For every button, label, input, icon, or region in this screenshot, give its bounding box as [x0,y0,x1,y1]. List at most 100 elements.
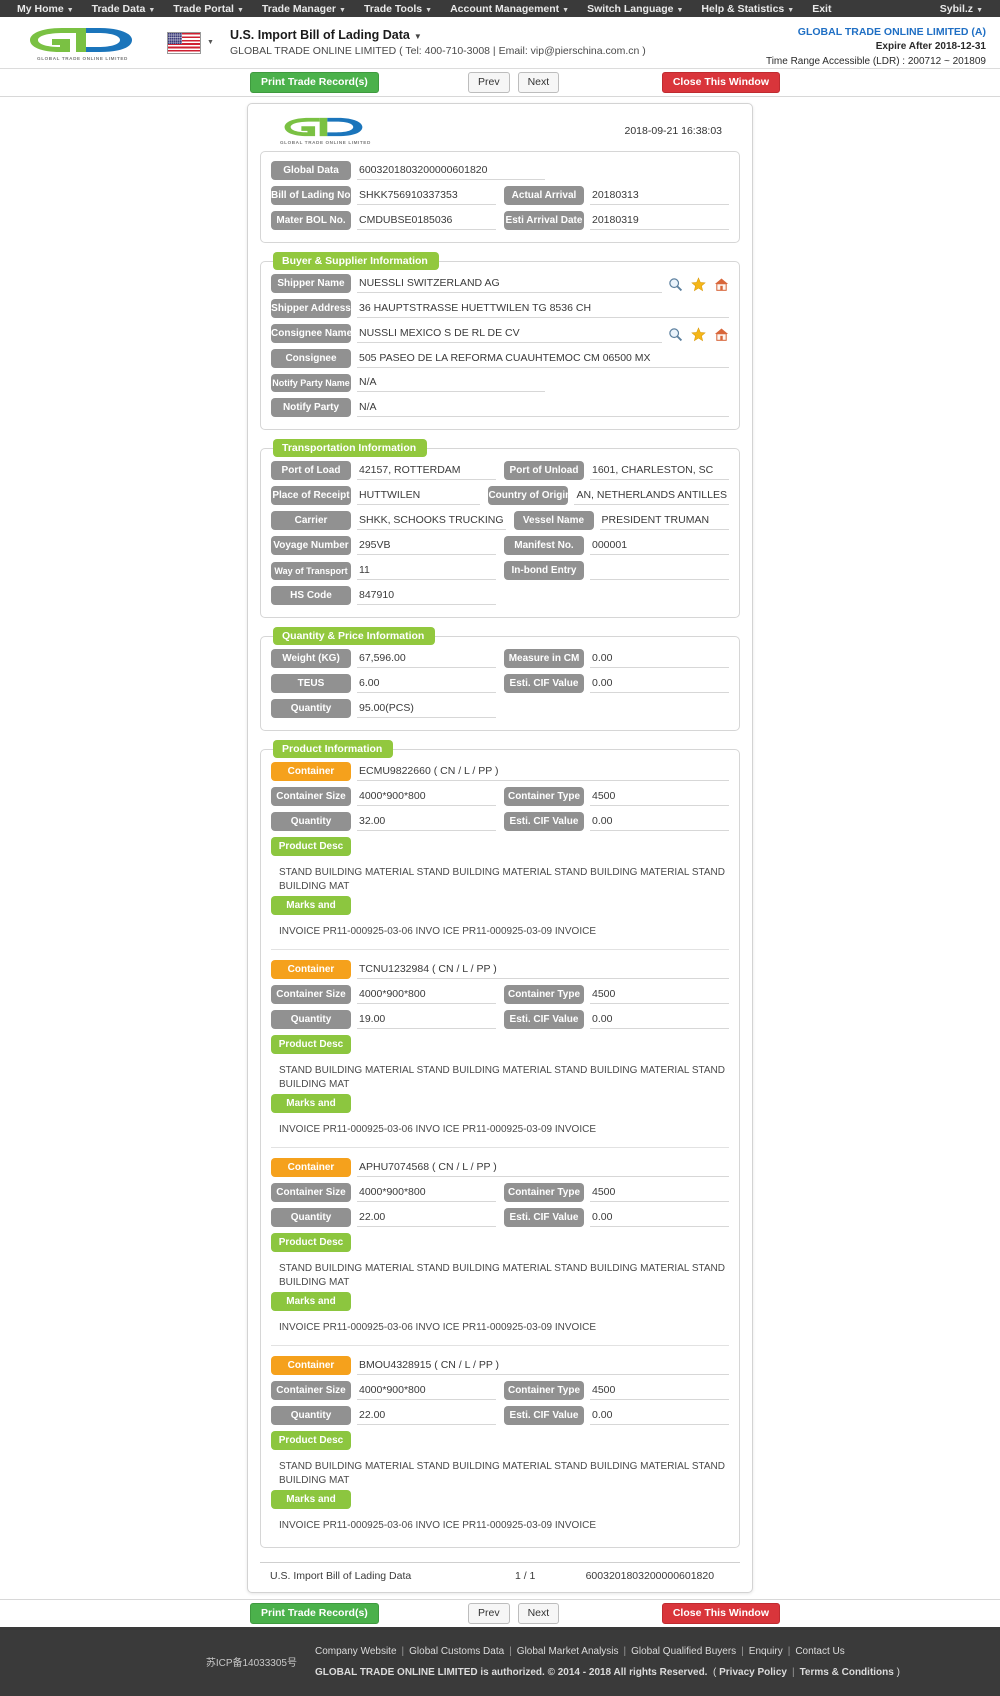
nav-item-trade-manager[interactable]: Trade Manager ▼ [253,3,355,15]
weight-measure-row: Weight (KG) 67,596.00 Measure in CM 0.00 [271,649,729,668]
container-size-field: Container Size 4000*900*800 [271,1183,496,1202]
container-quantity-value: 32.00 [357,815,496,831]
prev-record-button[interactable]: Prev [468,71,510,94]
nav-item-my-home[interactable]: My Home ▼ [8,3,83,15]
product-desc-text: STAND BUILDING MATERIAL STAND BUILDING M… [279,1263,725,1288]
nav-item-account-management[interactable]: Account Management ▼ [441,3,578,15]
logo-subtitle: GLOBAL TRADE ONLINE LIMITED [37,55,128,61]
footer-link-contact-us[interactable]: Contact Us [795,1646,844,1657]
footer-link-terms-conditions[interactable]: Terms & Conditions [800,1667,894,1678]
container-type-field: Container Type 4500 [504,985,729,1004]
chevron-down-icon: ▼ [236,6,244,14]
nav-label: Switch Language [587,2,674,15]
shipper-name-row: Shipper Name NUESSLI SWITZERLAND AG [271,274,729,293]
product-information-panel: Product Information Container ECMU9822660… [260,740,740,1548]
consignee-name-label: Consignee Name [271,324,352,343]
quantity-field: Quantity 95.00(PCS) [271,699,496,718]
star-icon[interactable] [691,327,706,342]
quantity-label: Quantity [271,699,351,718]
container-quantity-cif-row: Quantity 22.00 Esti. CIF Value 0.00 [271,1406,729,1425]
company-contact-line: GLOBAL TRADE ONLINE LIMITED ( Tel: 400-7… [229,45,646,57]
way-of-transport-field: Way of Transport 11 [271,562,496,580]
marks-label: Marks and [271,896,351,915]
footer-link-global-customs-data[interactable]: Global Customs Data [409,1646,504,1657]
nav-item-trade-data[interactable]: Trade Data ▼ [83,3,165,15]
search-icon[interactable] [668,327,683,342]
carrier-field: Carrier SHKK, SCHOOKS TRUCKING [271,511,506,530]
notify-party-name-value: N/A [357,376,545,392]
country-selector[interactable]: ▼ [167,31,214,54]
product-desc-label-row: Product Desc [271,1035,729,1054]
nav-item-trade-portal[interactable]: Trade Portal ▼ [164,3,253,15]
footer-link-global-market-analysis[interactable]: Global Market Analysis [517,1646,619,1657]
container-type-value: 4500 [590,988,729,1004]
nav-label: Exit [812,2,832,15]
buyer-supplier-legend: Buyer & Supplier Information [273,252,439,270]
voyage-number-value: 295VB [357,539,496,555]
nav-item-help-statistics[interactable]: Help & Statistics ▼ [692,3,803,15]
next-record-button-bottom[interactable]: Next [517,1602,560,1625]
country-of-origin-value: AN, NETHERLANDS ANTILLES [574,489,729,505]
container-type-field: Container Type 4500 [504,787,729,806]
prev-record-button-bottom[interactable]: Prev [468,1602,510,1625]
product-desc-label: Product Desc [271,1233,351,1252]
container-cif-value: 0.00 [590,1409,729,1425]
bottom-toolbar: Print Trade Record(s) Prev Next Close Th… [0,1599,1000,1627]
nav-label: Trade Manager [261,2,337,15]
home-icon[interactable] [714,277,729,292]
inbond-entry-field: In-bond Entry [504,561,729,580]
footer-link-company-website[interactable]: Company Website [315,1646,397,1657]
nav-item-user-menu[interactable]: Sybil.z ▼ [931,3,992,15]
brand-logo[interactable]: GLOBAL TRADE ONLINE LIMITED [10,25,155,61]
container-quantity-label: Quantity [271,1010,351,1029]
account-name[interactable]: GLOBAL TRADE ONLINE LIMITED (A) [766,25,986,40]
home-icon[interactable] [714,327,729,342]
product-container-block: Container TCNU1232984 ( CN / L / PP ) Cont… [271,960,729,1148]
marks-text: INVOICE PR11-000925-03-06 INVO ICE PR11-… [279,926,597,937]
container-cif-field: Esti. CIF Value 0.00 [504,1406,729,1425]
footer-link-enquiry[interactable]: Enquiry [749,1646,783,1657]
nav-item-trade-tools[interactable]: Trade Tools ▼ [355,3,441,15]
footer-separator: | [509,1645,512,1657]
place-of-receipt-label: Place of Receipt [271,486,351,505]
container-size-value: 4000*900*800 [357,1186,496,1202]
country-of-origin-field: Country of Origin AN, NETHERLANDS ANTILL… [488,486,729,505]
chevron-down-icon: ▼ [425,6,433,14]
container-quantity-field: Quantity 32.00 [271,812,496,831]
container-size-value: 4000*900*800 [357,1384,496,1400]
nav-item-exit[interactable]: Exit [803,3,840,15]
page-title: U.S. Import Bill of Lading Data [229,28,410,42]
close-window-button-bottom[interactable]: Close This Window [661,1602,780,1625]
port-of-unload-label: Port of Unload [504,461,584,480]
footer-link-privacy-policy[interactable]: Privacy Policy [719,1667,787,1678]
print-trade-records-button-bottom[interactable]: Print Trade Record(s) [250,1602,379,1625]
product-desc-label: Product Desc [271,837,351,856]
page-title-row[interactable]: U.S. Import Bill of Lading Data ▼ [230,28,646,42]
footer-link-global-qualified-buyers[interactable]: Global Qualified Buyers [631,1646,736,1657]
star-icon[interactable] [691,277,706,292]
marks-label-row: Marks and [271,1094,729,1113]
top-navigation-bar: My Home ▼ Trade Data ▼ Trade Portal ▼ Trade… [0,0,1000,17]
notify-party-value: N/A [357,401,729,417]
actual-arrival-label: Actual Arrival [504,186,584,205]
inbond-entry-value [590,565,729,580]
nav-label: Trade Portal [173,2,234,15]
container-label: Container [271,1356,351,1375]
next-record-button[interactable]: Next [517,71,560,94]
print-trade-records-button[interactable]: Print Trade Record(s) [250,71,379,94]
container-size-type-row: Container Size 4000*900*800 Container Type… [271,787,729,806]
manifest-no-field: Manifest No. 000001 [504,536,729,555]
container-cif-field: Esti. CIF Value 0.00 [504,812,729,831]
container-size-type-row: Container Size 4000*900*800 Container Type… [271,1381,729,1400]
chevron-down-icon: ▼ [976,6,983,14]
hs-code-value: 847910 [357,589,496,605]
close-window-button[interactable]: Close This Window [661,71,780,94]
search-icon[interactable] [668,277,683,292]
container-size-label: Container Size [271,985,351,1004]
nav-item-switch-language[interactable]: Switch Language ▼ [578,3,692,15]
footer-legal-group: ( Privacy Policy | Terms & Conditions ) [710,1666,900,1678]
port-of-load-value: 42157, ROTTERDAM [357,464,496,480]
carrier-value: SHKK, SCHOOKS TRUCKING [357,514,506,530]
cif-label: Esti. CIF Value [504,674,584,693]
nav-label: Trade Data [91,2,146,15]
